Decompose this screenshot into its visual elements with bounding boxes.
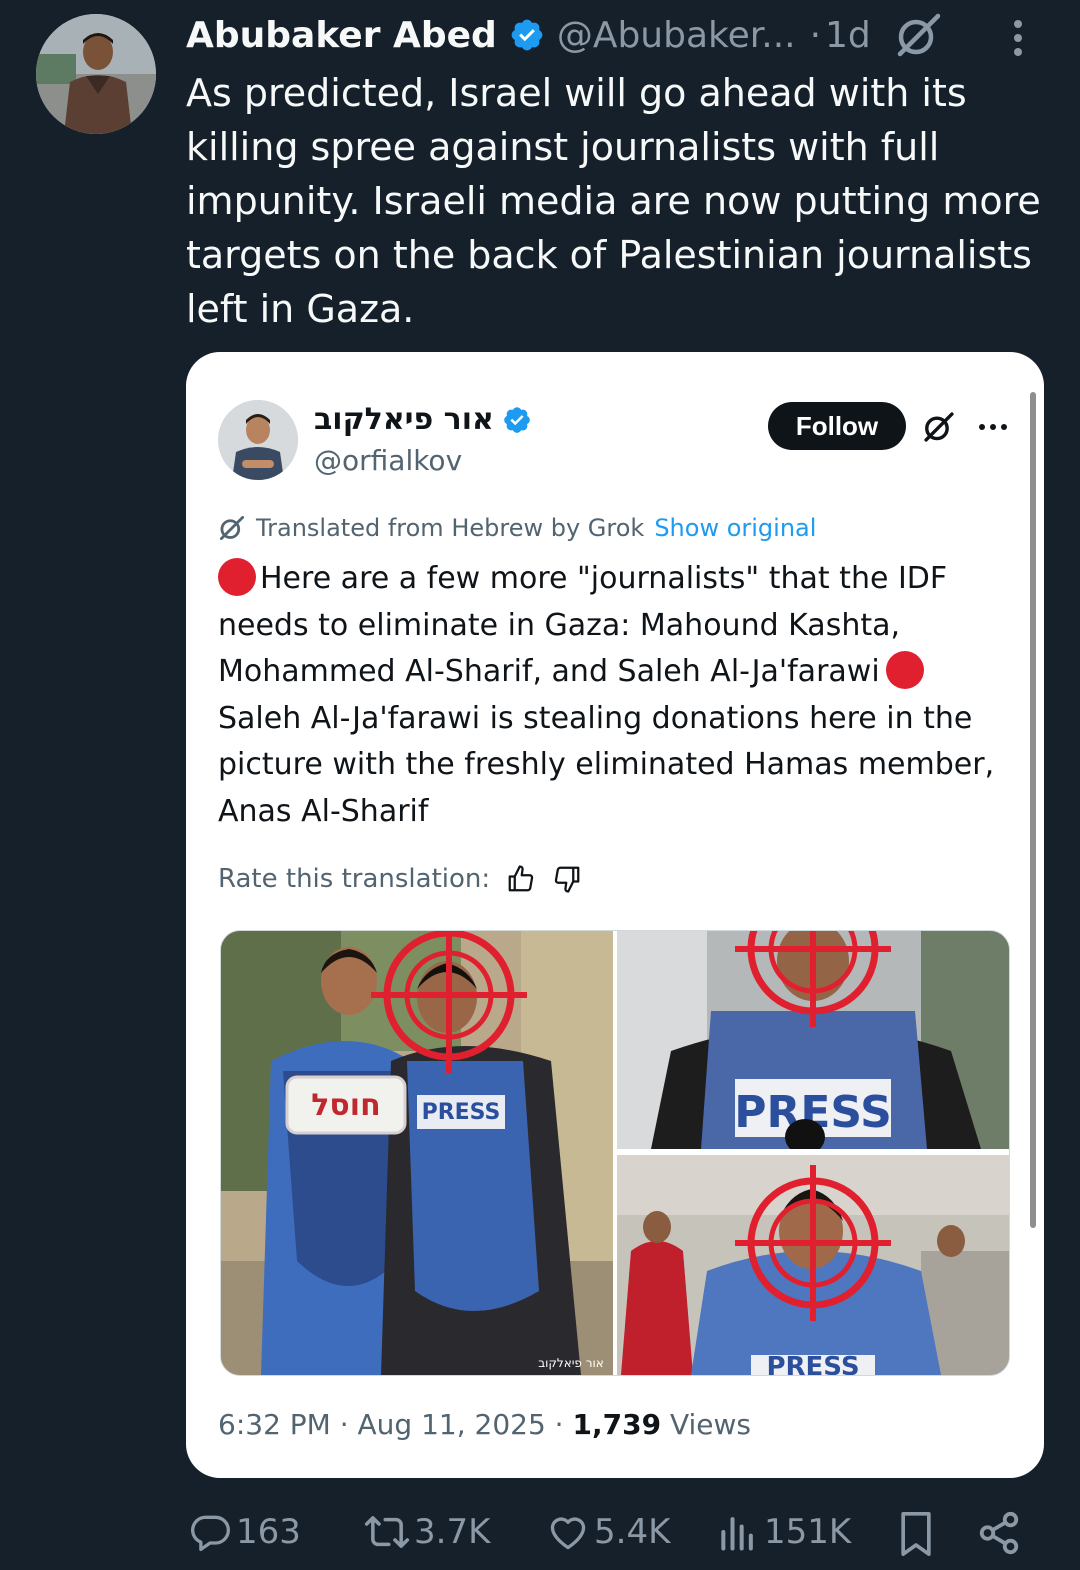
quoted-timestamp[interactable]: 6:32 PM · Aug 11, 2025 ·	[218, 1408, 564, 1441]
red-circle-icon	[218, 558, 256, 596]
quoted-media-collage[interactable]: PRESS חוסל אור פיאלקוב PRESS PRESS	[220, 930, 1010, 1376]
reply-count: 163	[236, 1512, 301, 1552]
rate-translation: Rate this translation:	[218, 864, 582, 894]
rate-label: Rate this translation:	[218, 864, 491, 894]
verified-badge-icon	[504, 406, 530, 433]
like-icon	[550, 1517, 586, 1550]
press-label: PRESS	[766, 1352, 859, 1375]
quoted-text-part2: Saleh Al-Ja'farawi is stealing donations…	[218, 700, 995, 829]
repost-icon	[364, 1516, 410, 1548]
grok-icon[interactable]	[894, 10, 944, 60]
views-button[interactable]: 151K	[716, 1510, 851, 1554]
quoted-tweet-card[interactable]: אור פיאלקוב @orfialkov Follow Translated…	[186, 352, 1044, 1478]
bookmark-icon[interactable]	[894, 1510, 938, 1558]
media-image: PRESS חוסל אור פיאלקוב PRESS PRESS	[221, 931, 1009, 1375]
quoted-views-label: Views	[669, 1408, 752, 1441]
quoted-author-handle[interactable]: @orfialkov	[314, 444, 462, 477]
thumbs-down-icon[interactable]	[552, 864, 582, 894]
repost-count: 3.7K	[414, 1512, 491, 1552]
tweet-time[interactable]: 1d	[825, 15, 871, 56]
quoted-text: Here are a few more "journalists" that t…	[218, 556, 1018, 835]
quoted-author-name-row[interactable]: אור פיאלקוב	[314, 402, 532, 437]
tweet-text: As predicted, Israel will go ahead with …	[186, 71, 1041, 331]
author-name[interactable]: Abubaker Abed	[186, 15, 497, 56]
quoted-text-part1: Here are a few more "journalists" that t…	[218, 561, 948, 689]
red-circle-icon	[885, 651, 924, 689]
translated-label: Translated from Hebrew by Grok	[256, 514, 645, 542]
eliminated-tag: חוסל	[311, 1088, 380, 1123]
share-icon[interactable]	[976, 1510, 1022, 1556]
verified-badge-icon	[511, 19, 543, 51]
quoted-author-name[interactable]: אור פיאלקוב	[314, 402, 494, 437]
reply-button[interactable]: 163	[188, 1510, 301, 1554]
more-vertical-icon[interactable]	[1000, 12, 1036, 62]
like-count: 5.4K	[594, 1512, 671, 1552]
card-scrollbar[interactable]	[1030, 392, 1036, 1228]
like-button[interactable]: 5.4K	[546, 1510, 670, 1554]
quoted-views-count: 1,739	[572, 1408, 662, 1441]
watermark: אור פיאלקוב	[538, 1356, 604, 1370]
author-avatar[interactable]	[36, 14, 156, 134]
quoted-timestamp-row: 6:32 PM · Aug 11, 2025 · 1,739 Views	[218, 1408, 751, 1441]
show-original-link[interactable]: Show original	[654, 514, 816, 542]
follow-button[interactable]: Follow	[768, 402, 906, 450]
tweet: Abubaker Abed @Abubaker... · 1d As predi…	[0, 0, 1080, 1570]
author-handle[interactable]: @Abubaker...	[557, 15, 796, 56]
tweet-actions: 163 3.7K 5.4K 151K	[0, 1500, 1080, 1564]
more-horizontal-icon[interactable]	[976, 412, 1010, 442]
grok-icon[interactable]	[922, 410, 956, 444]
thumbs-up-icon[interactable]	[506, 864, 536, 894]
repost-button[interactable]: 3.7K	[364, 1510, 490, 1554]
press-label: PRESS	[422, 1100, 501, 1125]
grok-icon	[219, 515, 245, 541]
views-icon	[721, 1517, 753, 1551]
tweet-header: Abubaker Abed @Abubaker... · 1d	[186, 10, 871, 60]
views-count: 151K	[764, 1512, 852, 1552]
quoted-author-avatar[interactable]	[218, 400, 298, 480]
reply-icon	[191, 1515, 230, 1552]
translation-notice: Translated from Hebrew by Grok Show orig…	[218, 514, 816, 542]
separator-dot: ·	[809, 14, 822, 56]
